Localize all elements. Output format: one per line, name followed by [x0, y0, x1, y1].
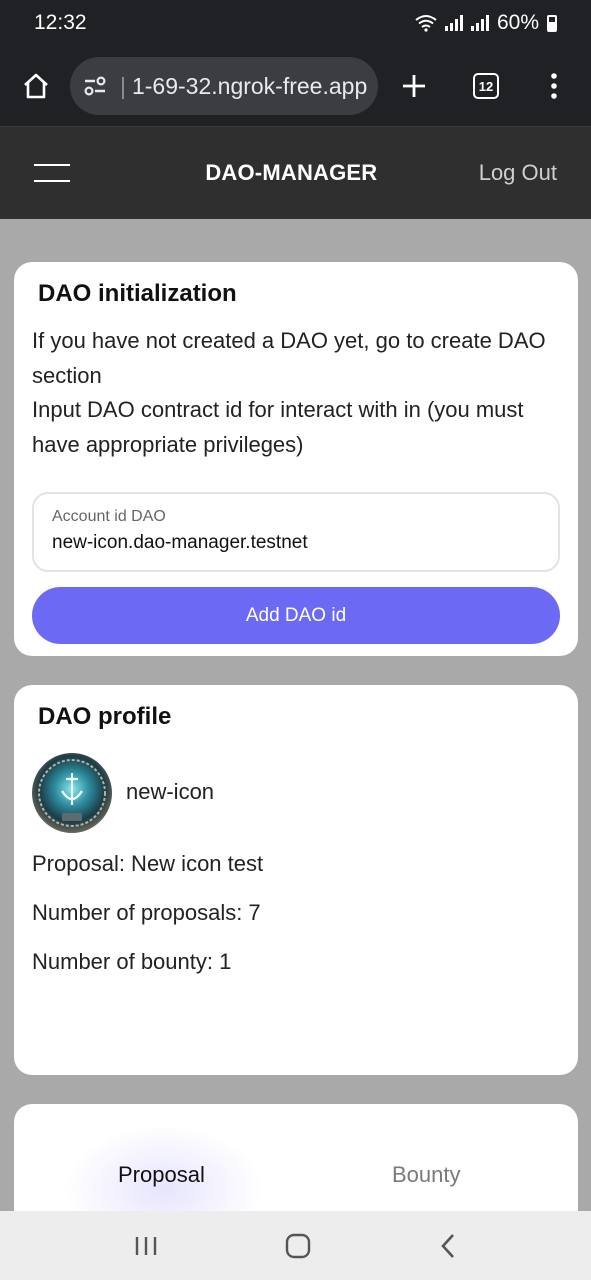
- menu-icon[interactable]: [34, 164, 70, 182]
- tab-bounty[interactable]: Bounty: [392, 1162, 461, 1188]
- account-id-field[interactable]: Account id DAO new-icon.dao-manager.test…: [32, 492, 560, 572]
- account-id-input[interactable]: new-icon.dao-manager.testnet: [52, 532, 540, 554]
- status-icons: 60%: [415, 11, 557, 35]
- system-nav-bar: [0, 1211, 591, 1280]
- battery-icon: [547, 14, 557, 32]
- account-id-label: Account id DAO: [52, 508, 166, 525]
- url-separator: |: [120, 72, 126, 99]
- proposal-text: Proposal: New icon test: [32, 851, 264, 876]
- recent-apps-icon[interactable]: [134, 1235, 158, 1257]
- init-text-line2: Input DAO contract id for interact with …: [32, 397, 524, 457]
- card-title: DAO initialization: [38, 280, 237, 307]
- home-icon: [24, 73, 48, 99]
- address-bar[interactable]: | 1-69-32.ngrok-free.app: [70, 57, 378, 115]
- add-dao-id-button[interactable]: Add DAO id: [32, 587, 560, 644]
- back-icon[interactable]: [439, 1233, 457, 1259]
- browser-toolbar: | 1-69-32.ngrok-free.app 12: [0, 46, 591, 127]
- card-title: DAO profile: [38, 703, 172, 730]
- battery-percent: 60%: [496, 11, 539, 34]
- init-text-line1: If you have not created a DAO yet, go to…: [32, 328, 546, 388]
- logout-button[interactable]: Log Out: [479, 160, 557, 186]
- dao-initialization-card: DAO initialization If you have not creat…: [14, 262, 578, 656]
- url-text: 1-69-32.ngrok-free.app: [131, 72, 368, 99]
- dao-logo-icon: [38, 759, 106, 827]
- app-header: DAO-MANAGER Log Out: [0, 127, 591, 219]
- tab-switcher-button[interactable]: 12: [464, 64, 508, 108]
- dao-name: new-icon: [126, 779, 215, 804]
- tab-proposal[interactable]: Proposal: [118, 1162, 205, 1188]
- init-instructions: If you have not created a DAO yet, go to…: [32, 324, 562, 462]
- plus-icon: [403, 75, 425, 97]
- new-tab-button[interactable]: [392, 64, 436, 108]
- home-button[interactable]: [14, 64, 58, 108]
- site-settings-icon[interactable]: [80, 71, 110, 101]
- signal-icon-2: [470, 15, 489, 31]
- wifi-icon: [415, 15, 437, 32]
- more-vert-icon: [551, 73, 557, 99]
- dao-profile-card: DAO profile new-icon Proposal: New icon …: [14, 685, 578, 1075]
- browser-menu-button[interactable]: [532, 64, 576, 108]
- proposals-count: Number of proposals: 7: [32, 900, 261, 925]
- avatar: [32, 753, 112, 833]
- home-nav-icon[interactable]: [285, 1233, 311, 1259]
- status-bar: 12:32 60%: [0, 0, 591, 46]
- bounty-count: Number of bounty: 1: [32, 949, 232, 974]
- app-title: DAO-MANAGER: [205, 160, 378, 185]
- tabs-count-badge: 12: [473, 73, 499, 99]
- status-time: 12:32: [34, 11, 87, 34]
- signal-icon: [444, 15, 463, 31]
